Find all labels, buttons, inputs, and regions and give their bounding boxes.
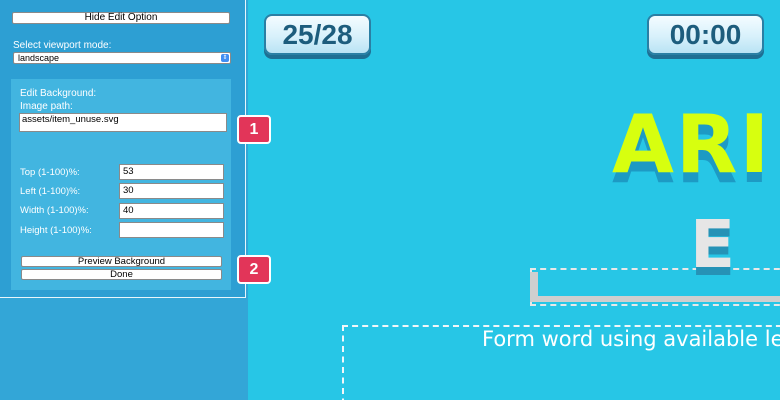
height-percent-input[interactable] — [119, 222, 224, 238]
viewport-mode-select[interactable]: landscape ⇕ — [13, 52, 231, 64]
image-path-input[interactable]: assets/item_unuse.svg — [19, 113, 227, 132]
edit-background-panel: Edit Background: Image path: assets/item… — [11, 79, 231, 290]
timer-display: 00:00 — [647, 14, 764, 55]
edit-sidebar: Hide Edit Option Select viewport mode: l… — [0, 0, 248, 400]
left-percent-label: Left (1-100)%: — [20, 186, 81, 197]
viewport-mode-value: landscape — [18, 53, 60, 63]
select-arrows-icon: ⇕ — [221, 54, 229, 62]
viewport-mode-label: Select viewport mode: — [13, 40, 112, 51]
height-percent-label: Height (1-100)%: — [20, 225, 92, 236]
target-word-title: ARI — [612, 98, 772, 191]
instruction-text: Form word using available le — [482, 327, 780, 351]
edit-options-panel: Hide Edit Option Select viewport mode: l… — [0, 0, 246, 298]
slot-bracket-base — [530, 296, 780, 302]
callout-badge-2: 2 — [237, 255, 271, 284]
top-percent-label: Top (1-100)%: — [20, 167, 80, 178]
image-path-label: Image path: — [20, 101, 73, 112]
edit-background-title: Edit Background: — [20, 88, 97, 99]
done-button[interactable]: Done — [21, 269, 222, 280]
top-percent-input[interactable]: 53 — [119, 164, 224, 180]
progress-counter: 25/28 — [264, 14, 371, 55]
left-percent-input[interactable]: 30 — [119, 183, 224, 199]
hide-edit-option-button[interactable]: Hide Edit Option — [12, 12, 230, 24]
width-percent-input[interactable]: 40 — [119, 203, 224, 219]
callout-badge-1: 1 — [237, 115, 271, 144]
preview-background-button[interactable]: Preview Background — [21, 256, 222, 267]
width-percent-label: Width (1-100)%: — [20, 205, 89, 216]
letter-tile[interactable]: E — [690, 206, 735, 283]
